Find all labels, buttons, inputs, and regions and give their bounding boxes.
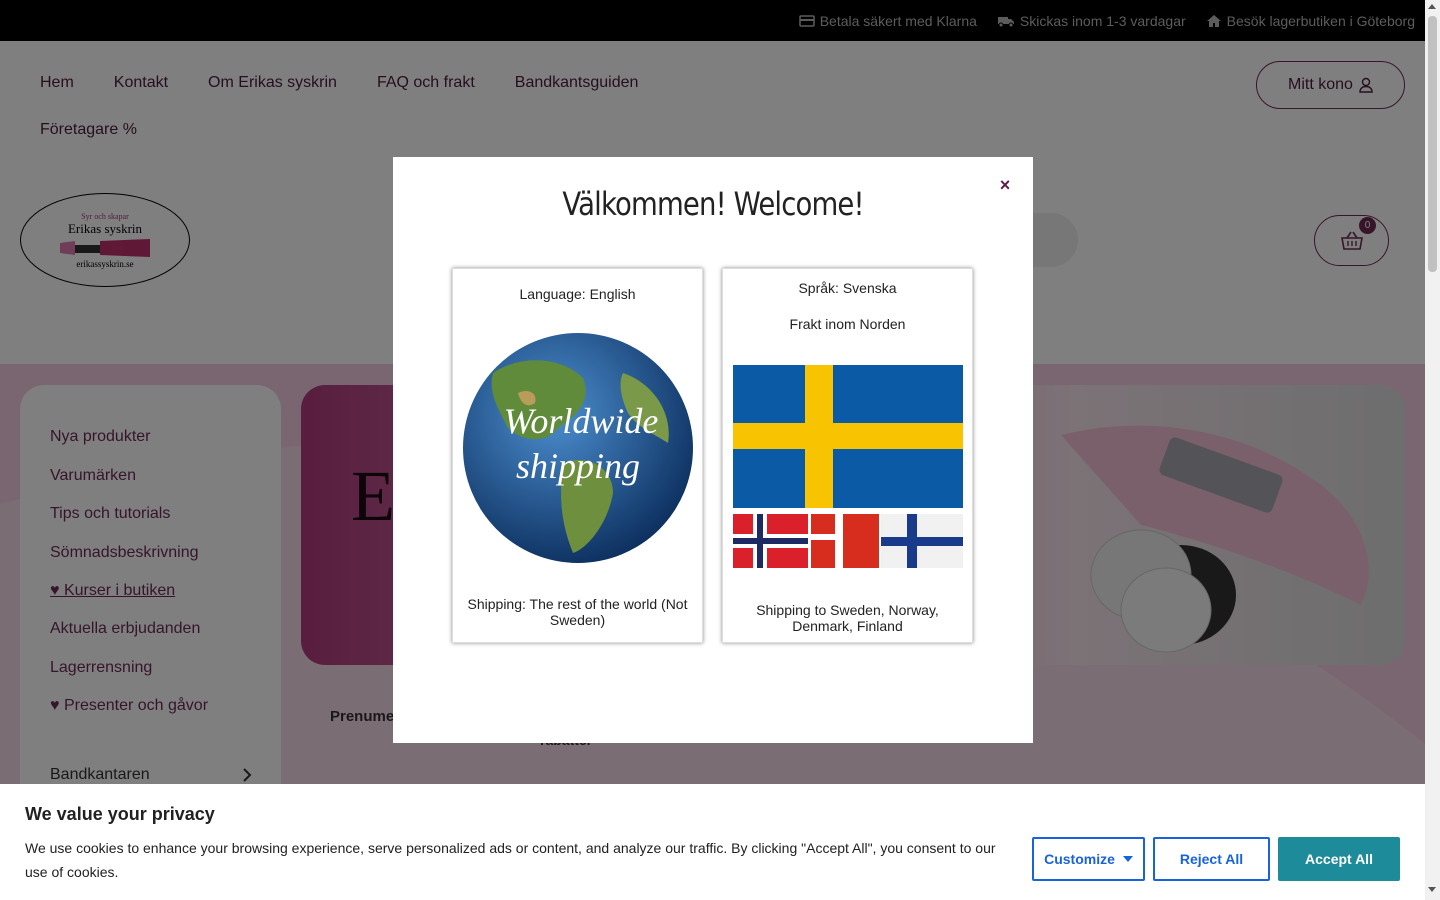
close-icon: ×: [999, 174, 1011, 195]
cookie-title: We value your privacy: [25, 804, 215, 824]
english-option-card[interactable]: Language: English Worldwide shipping Shi…: [452, 268, 703, 643]
caret-down-icon: [1122, 856, 1133, 862]
swedish-option-card[interactable]: Språk: Svenska Frakt inom Norden Shippin…: [722, 268, 973, 643]
english-shipping-label: Shipping: The rest of the world (Not Swe…: [467, 596, 688, 628]
swedish-region-label: Frakt inom Norden: [789, 316, 906, 332]
scroll-up-arrow-icon[interactable]: [1428, 4, 1436, 9]
cookie-description: We use cookies to enhance your browsing …: [25, 840, 996, 880]
modal-title: Välkommen! Welcome!: [562, 185, 864, 223]
swedish-language-label: Språk: Svenska: [798, 280, 897, 296]
nordic-flags-icon: [733, 365, 963, 568]
welcome-modal: Välkommen! Welcome! × Language: English …: [393, 157, 1033, 743]
accept-all-button[interactable]: Accept All: [1278, 837, 1400, 881]
scrollbar-thumb[interactable]: [1428, 16, 1437, 272]
customize-label: Customize: [1044, 851, 1115, 867]
page-scrollbar[interactable]: [1425, 0, 1440, 900]
scroll-down-arrow-icon[interactable]: [1428, 887, 1436, 892]
globe-text-worldwide: Worldwide: [504, 401, 659, 441]
close-button[interactable]: ×: [995, 175, 1015, 195]
globe-text-shipping: shipping: [516, 446, 640, 486]
reject-all-button[interactable]: Reject All: [1153, 837, 1270, 881]
cookie-banner: We value your privacy We use cookies to …: [0, 784, 1425, 900]
english-language-label: Language: English: [519, 286, 636, 302]
swedish-shipping-label: Shipping to Sweden, Norway, Denmark, Fin…: [756, 602, 939, 634]
customize-button[interactable]: Customize: [1032, 837, 1145, 881]
globe-icon: Worldwide shipping: [463, 333, 693, 563]
